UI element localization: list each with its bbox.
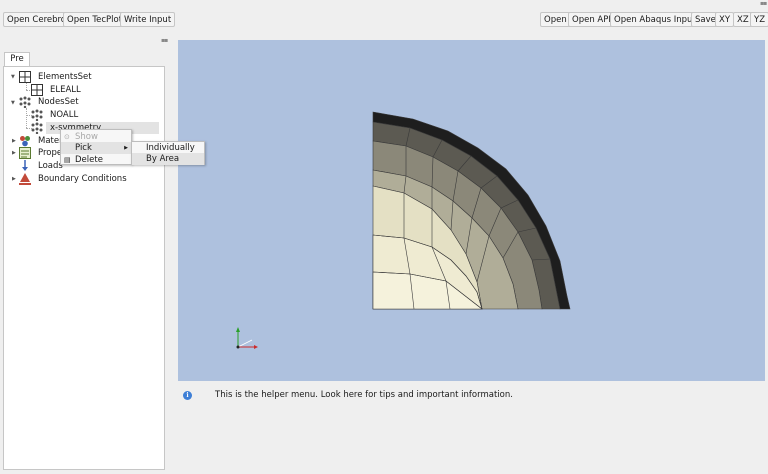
tree-item-nodes-set[interactable]: NodesSet [38, 96, 79, 108]
helper-panel: i This is the helper menu. Look here for… [178, 384, 765, 474]
dots-icon [31, 122, 43, 134]
tree-item-boundary-conditions[interactable]: Boundary Conditions [38, 173, 127, 185]
yz-view-button[interactable]: YZ [750, 12, 768, 27]
open-button[interactable]: Open [540, 12, 571, 27]
tree-item-materials[interactable]: Mater [38, 135, 63, 147]
menu-item-delete[interactable]: ▤ Delete [61, 154, 131, 166]
tree-connector [26, 83, 27, 90]
loads-icon [22, 160, 28, 171]
materials-icon [20, 136, 30, 147]
tree-item-elements-set[interactable]: ElementsSet [38, 71, 92, 83]
collapse-arrow-icon[interactable]: ▶ [12, 150, 16, 156]
write-input-button[interactable]: Write Input [120, 12, 176, 27]
open-cerebro-button[interactable]: Open Cerebro [3, 12, 71, 27]
expand-arrow-icon[interactable]: ▼ [11, 74, 15, 80]
quarter-cylinder-mesh [372, 111, 571, 310]
tree-connector [26, 108, 27, 128]
trash-icon: ▤ [64, 156, 71, 164]
menu-item-delete-label: Delete [75, 155, 103, 165]
tree-item-properties[interactable]: Prope [38, 147, 62, 159]
mesh-view[interactable] [178, 40, 765, 381]
menu-item-pick[interactable]: Pick ▶ [61, 142, 131, 154]
model-viewport[interactable] [178, 40, 765, 381]
menu-item-pick-label: Pick [75, 143, 92, 153]
panel-grip-icon[interactable]: ▪▪ [161, 37, 168, 44]
tab-pre[interactable]: Pre [4, 52, 30, 66]
pick-submenu[interactable]: Individually By Area [131, 141, 205, 165]
dots-icon [19, 96, 31, 108]
xy-view-button[interactable]: XY [715, 12, 735, 27]
menu-item-by-area-label: By Area [146, 154, 180, 164]
boundary-icon [19, 173, 31, 185]
open-api-button[interactable]: Open API [568, 12, 615, 27]
helper-message: This is the helper menu. Look here for t… [215, 390, 513, 400]
expand-arrow-icon[interactable]: ▼ [11, 100, 15, 106]
dots-icon [31, 109, 43, 121]
window-grip-icon[interactable]: ▪▪ [760, 0, 767, 7]
collapse-arrow-icon[interactable]: ▶ [12, 176, 16, 182]
grid-icon [31, 84, 43, 96]
tree-item-eleall[interactable]: ELEALL [50, 84, 81, 96]
grid-icon [19, 71, 31, 83]
tree-item-noall[interactable]: NOALL [50, 109, 78, 121]
open-abaqus-input-button[interactable]: Open Abaqus Input [610, 12, 700, 27]
collapse-arrow-icon[interactable]: ▶ [12, 138, 16, 144]
open-tecplot-button[interactable]: Open TecPlot [63, 12, 127, 27]
context-menu[interactable]: ⊙ Show Pick ▶ ▤ Delete [60, 129, 132, 165]
submenu-arrow-icon: ▶ [124, 145, 128, 151]
axis-triad [236, 327, 258, 349]
menu-item-by-area[interactable]: By Area [132, 153, 204, 165]
info-icon: i [183, 391, 192, 400]
properties-icon [19, 147, 31, 159]
